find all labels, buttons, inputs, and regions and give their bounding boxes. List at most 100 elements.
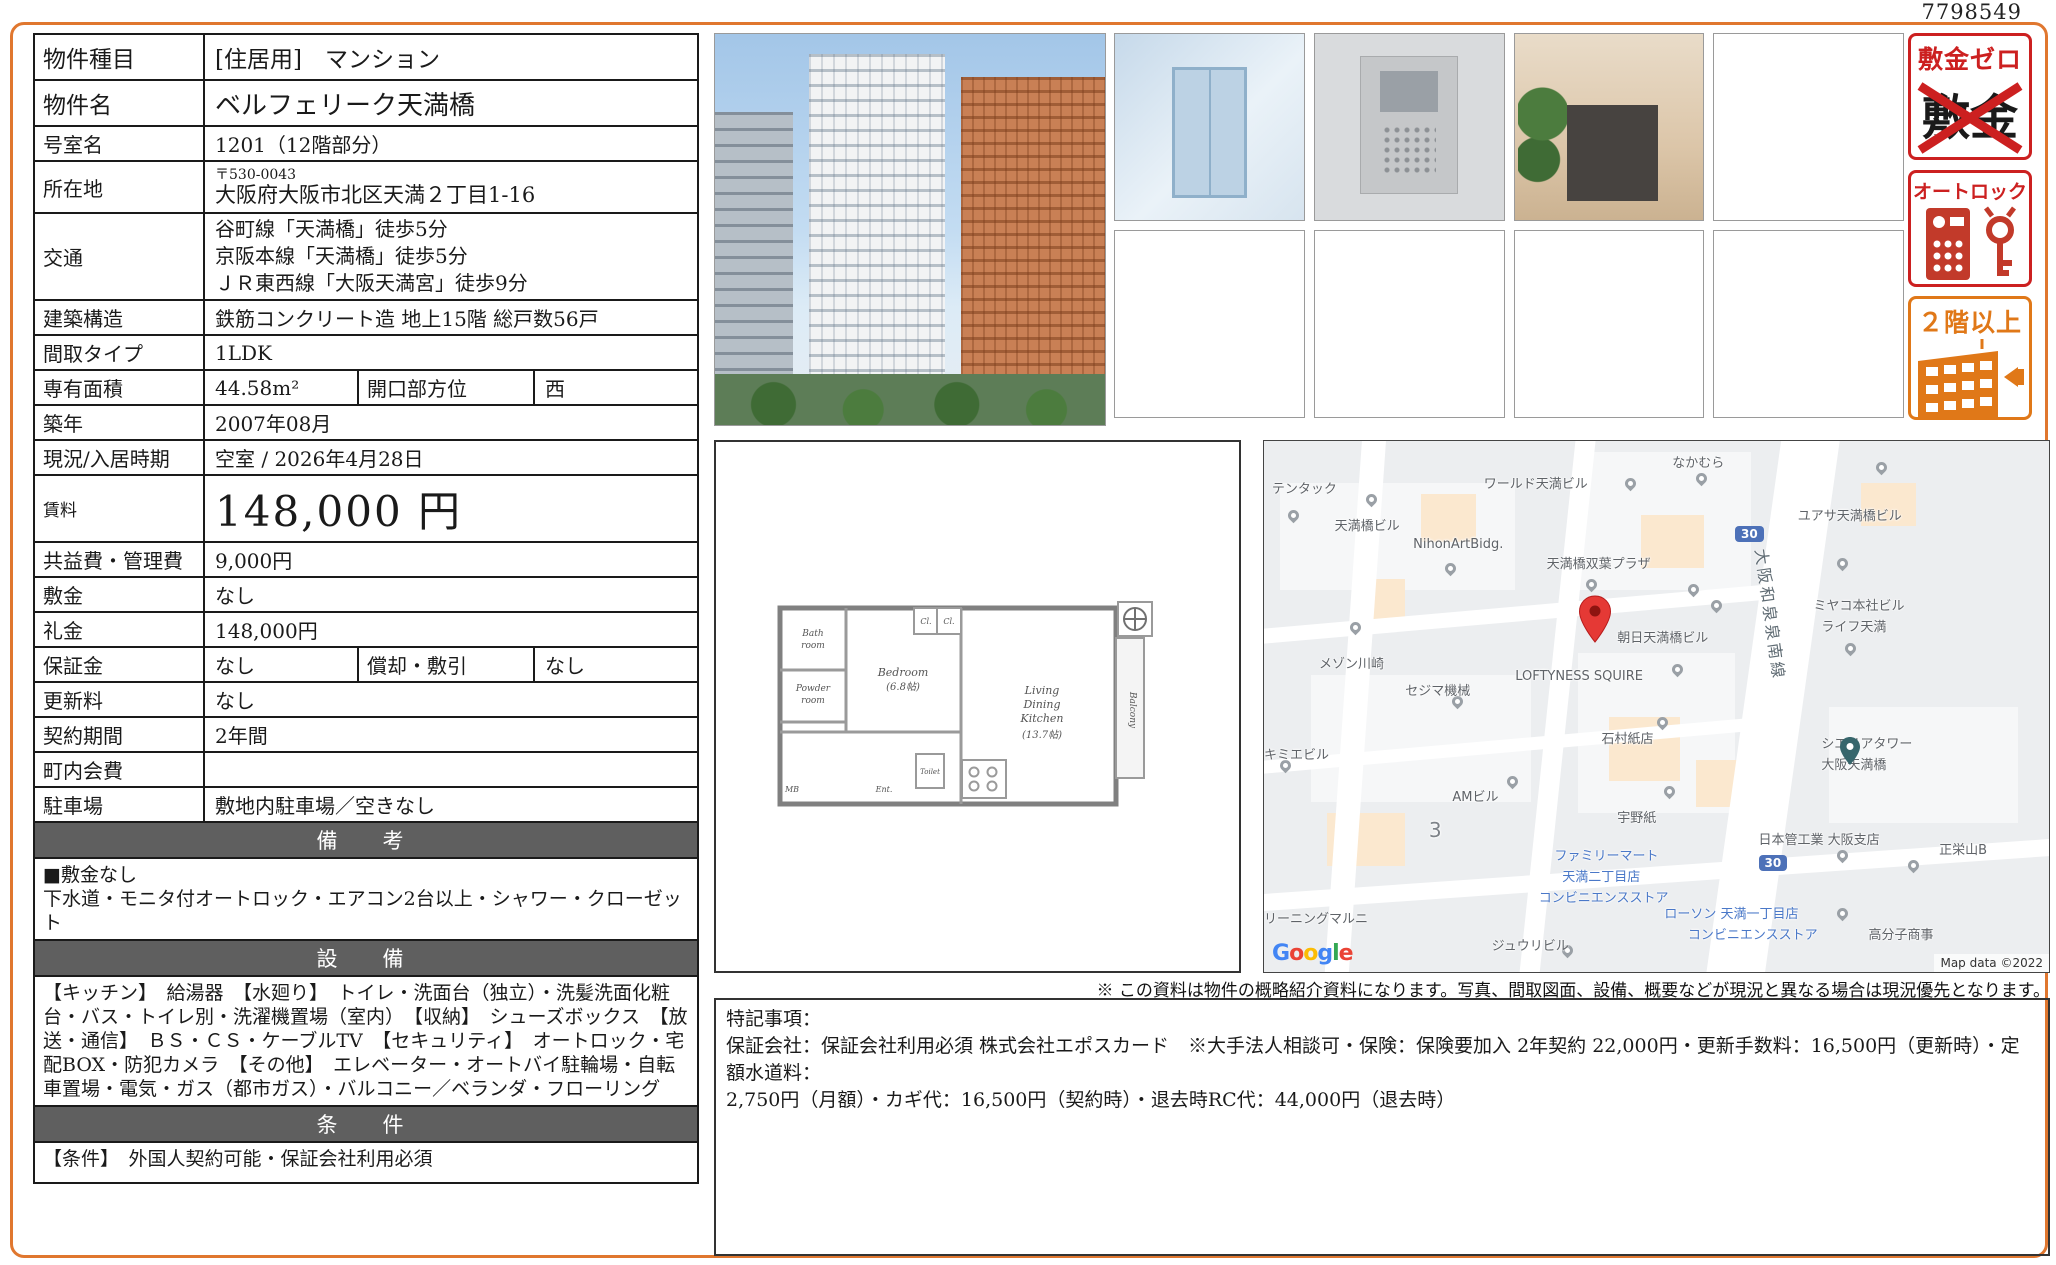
intercom-panel xyxy=(1360,56,1458,194)
equipment-header: 設 備 xyxy=(35,939,697,975)
row-value: 1201（12階部分） xyxy=(205,127,697,160)
conditions-body: 【条件】 外国人契約可能・保証会社利用必須 xyxy=(35,1141,697,1182)
empty-photo-slot xyxy=(1713,230,1904,418)
row-label: 町内会費 xyxy=(35,753,205,786)
map-pin-icon xyxy=(1843,640,1859,656)
table-row: 築年 2007年08月 xyxy=(35,404,697,439)
row-label: 物件名 xyxy=(35,81,205,125)
row-value: 2年間 xyxy=(205,718,697,751)
map-label: コンビニエンスストア xyxy=(1688,924,1818,943)
row-subvalue: 西 xyxy=(535,371,701,404)
second-floor-up-badge: ２階以上 xyxy=(1908,296,2032,420)
tree xyxy=(1518,75,1567,205)
route-shield: 30 xyxy=(1759,855,1788,871)
special-notes-panel: 特記事項： 保証会社：保証会社利用必須 株式会社エポスカード ※大手法人相談可・… xyxy=(714,998,2050,1256)
table-row: 賃料 148,000 円 xyxy=(35,474,697,541)
glass-door xyxy=(1172,67,1248,197)
neighbor-building-right xyxy=(961,77,1105,425)
fp-ldk-size: (13.7帖) xyxy=(1022,729,1062,741)
postal-code: 〒530-0043 xyxy=(215,167,296,183)
map-label: 石村紙店 xyxy=(1602,728,1654,747)
map-label: ミヤコ本社ビル xyxy=(1814,595,1905,614)
empty-photo-slot xyxy=(1713,33,1904,221)
row-value: 〒530-0043 大阪府大阪市北区天満２丁目1-16 xyxy=(205,162,697,212)
map-label: メゾン川崎 xyxy=(1319,653,1384,672)
conditions-header: 条 件 xyxy=(35,1105,697,1141)
transit-line: 谷町線「天満橋」徒歩5分 xyxy=(215,216,448,243)
route-shield: 30 xyxy=(1735,526,1764,542)
remarks-line: ■敷金なし xyxy=(43,863,689,887)
remarks-body: ■敷金なし 下水道・モニタ付オートロック・エアコン2台以上・シャワー・クローゼッ… xyxy=(35,857,697,939)
map-label: AMビル xyxy=(1452,786,1498,805)
building-exterior-photo xyxy=(714,33,1106,426)
row-value: 1LDK xyxy=(205,336,697,369)
remarks-header: 備 考 xyxy=(35,821,697,857)
garage-opening xyxy=(1567,105,1658,202)
location-map: 大阪和泉泉南線 テンタック天満橋ビルNihonArtBidg.ワールド天満ビルな… xyxy=(1263,440,2050,973)
table-row: 所在地 〒530-0043 大阪府大阪市北区天満２丁目1-16 xyxy=(35,160,697,212)
map-label: LOFTYNESS SQUIRE xyxy=(1515,669,1643,684)
table-row: 保証金 なし 償却・敷引 なし xyxy=(35,646,697,681)
fp-toilet-label: Toilet xyxy=(920,768,940,776)
map-poi-pin xyxy=(1839,736,1861,766)
table-row: 共益費・管理費 9,000円 xyxy=(35,541,697,576)
map-label: ワールド天満ビル xyxy=(1484,473,1588,492)
fp-bedroom-size: (6.8帖) xyxy=(886,681,920,693)
row-subvalue: なし xyxy=(535,648,701,681)
row-value: 44.58m² xyxy=(205,371,357,404)
map-label: 天満二丁目店 xyxy=(1562,866,1640,885)
row-value xyxy=(205,753,697,786)
map-label: 正栄山B xyxy=(1939,839,1987,858)
row-value: なし xyxy=(205,683,697,716)
row-value: 空室 / 2026年4月28日 xyxy=(205,441,697,474)
row-value: 谷町線「天満橋」徒歩5分 京阪本線「天満橋」徒歩5分 ＪＲ東西線「大阪天満宮」徒… xyxy=(205,214,697,299)
autolock-badge-title: オートロック xyxy=(1911,177,2029,204)
row-label: 築年 xyxy=(35,406,205,439)
map-label: ローソン 天満一丁目店 xyxy=(1664,903,1798,922)
fp-bedroom-label: Bedroom xyxy=(877,666,929,679)
row-label: 敷金 xyxy=(35,578,205,611)
table-row: 駐車場 敷地内駐車場／空きなし xyxy=(35,786,697,821)
fp-mb-label: MB xyxy=(784,785,799,794)
row-label: 共益費・管理費 xyxy=(35,543,205,576)
table-row: 更新料 なし xyxy=(35,681,697,716)
empty-photo-slot xyxy=(1114,230,1305,418)
map-pin-icon xyxy=(1874,460,1890,476)
floorplan-drawing: Bath room Powder room MB Cl. Cl. Bedroom… xyxy=(766,592,1186,832)
row-value: [住居用] マンション xyxy=(205,35,697,79)
map-label: ジュウリビル xyxy=(1492,935,1569,954)
row-value: 敷地内駐車場／空きなし xyxy=(205,788,697,821)
floorplan-panel: Bath room Powder room MB Cl. Cl. Bedroom… xyxy=(714,440,1241,973)
map-label: 高分子商事 xyxy=(1868,924,1933,943)
second-floor-up-badge-title: ２階以上 xyxy=(1911,303,2029,339)
map-attribution: Map data ©2022 xyxy=(1934,954,2049,972)
row-label: 現況/入居時期 xyxy=(35,441,205,474)
table-row: 町内会費 xyxy=(35,751,697,786)
fp-powder-label-1: Powder xyxy=(795,684,831,694)
map-label: 3 xyxy=(1429,818,1442,842)
garage-entrance-photo xyxy=(1514,33,1705,221)
equipment-body: 【キッチン】 給湯器 【水廻り】 トイレ・洗面台（独立）・洗髪洗面化粧台・バス・… xyxy=(35,975,697,1105)
fp-bath-label-2: room xyxy=(801,641,825,651)
row-label: 建築構造 xyxy=(35,301,205,334)
special-notes-line: 2,750円（月額）・カギ代：16,500円（契約時）・退去時RC代：44,00… xyxy=(726,1087,2038,1114)
row-label: 号室名 xyxy=(35,127,205,160)
row-label: 交通 xyxy=(35,214,205,299)
map-pin-icon xyxy=(1835,906,1851,922)
row-label: 物件種目 xyxy=(35,35,205,79)
fp-closet-label-1: Cl. xyxy=(920,617,931,626)
building-arrow-icon xyxy=(1912,339,2028,420)
map-label: ユアサ天満橋ビル xyxy=(1798,505,1902,524)
feature-badges: 敷金ゼロ 敷金 オートロック xyxy=(1908,33,2032,420)
map-label: セジマ機械 xyxy=(1405,680,1470,699)
row-value: 2007年08月 xyxy=(205,406,697,439)
row-value: なし xyxy=(205,578,697,611)
empty-photo-slot xyxy=(1314,230,1505,418)
google-logo[interactable]: Google xyxy=(1272,941,1353,966)
entrance-lobby-photo xyxy=(1114,33,1305,221)
transit-line: 京阪本線「天満橋」徒歩5分 xyxy=(215,243,468,270)
table-row: 間取タイプ 1LDK xyxy=(35,334,697,369)
row-label: 所在地 xyxy=(35,162,205,212)
map-label: なかむら xyxy=(1672,452,1724,471)
crossed-deposit-icon: 敷金 xyxy=(1912,76,2028,160)
